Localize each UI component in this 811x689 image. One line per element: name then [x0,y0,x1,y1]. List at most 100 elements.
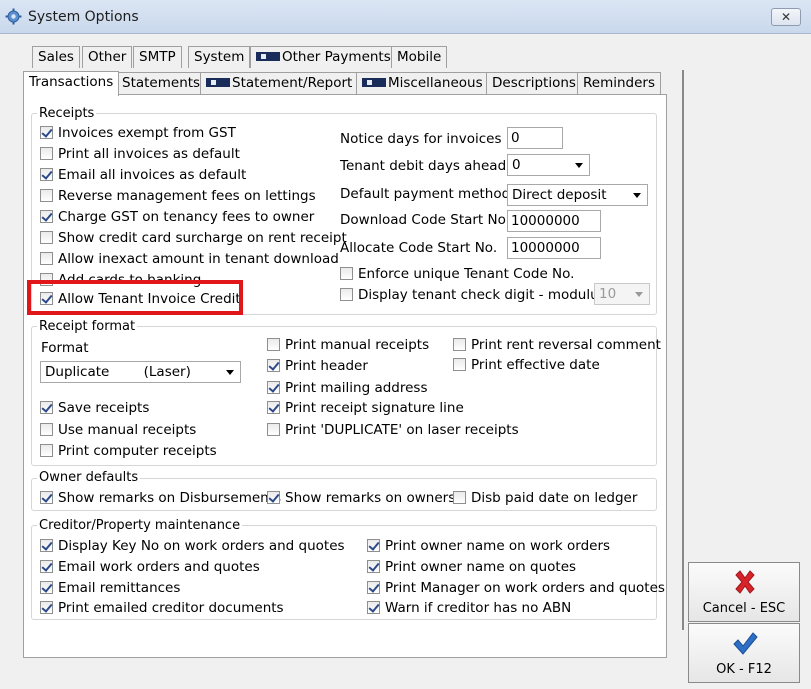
notice-days-input[interactable]: 0 [507,127,563,149]
tab-statement-report[interactable]: Statement/Report [200,72,359,94]
checkbox[interactable] [40,491,53,504]
disb-paid-date-checkbox[interactable]: Disb paid date on ledger [453,490,637,506]
print-owner-name-work-orders-checkbox[interactable]: Print owner name on work orders [367,538,610,554]
show-remarks-owners-checkbox[interactable]: Show remarks on owners [267,490,455,506]
print-duplicate-checkbox[interactable]: Print 'DUPLICATE' on laser receipts [267,422,519,438]
checkbox[interactable] [40,423,53,436]
email-invoices-default-checkbox[interactable]: Email all invoices as default [40,167,246,183]
print-invoices-default-checkbox[interactable]: Print all invoices as default [40,146,240,162]
checkbox[interactable] [267,381,280,394]
enforce-unique-code-checkbox[interactable]: Enforce unique Tenant Code No. [340,266,574,282]
checkbox[interactable] [40,231,53,244]
checkbox[interactable] [367,581,380,594]
tab-label: Statements [122,75,201,91]
checkbox[interactable] [40,210,53,223]
checkbox[interactable] [40,581,53,594]
checkbox[interactable] [40,126,53,139]
checkbox[interactable] [267,401,280,414]
allow-inexact-amount-checkbox[interactable]: Allow inexact amount in tenant download [40,251,339,267]
print-manual-receipts-checkbox[interactable]: Print manual receipts [267,337,429,353]
email-remittances-checkbox[interactable]: Email remittances [40,580,180,596]
tab-transactions[interactable]: Transactions [23,71,120,96]
print-manager-checkbox[interactable]: Print Manager on work orders and quotes [367,580,665,596]
checkbox[interactable] [40,147,53,160]
print-effective-date-checkbox[interactable]: Print effective date [453,357,600,373]
tab-label: Miscellaneous [388,75,483,91]
checkbox-label: Email remittances [58,580,181,596]
payment-method-select[interactable]: Direct deposit [507,184,648,206]
checkbox[interactable] [40,168,53,181]
checkbox[interactable] [453,358,466,371]
receipts-legend: Receipts [37,106,97,121]
ok-button[interactable]: OK - F12 [688,623,800,683]
tab-reminders[interactable]: Reminders [577,72,661,94]
tab-mobile[interactable]: Mobile [391,46,448,68]
checkbox[interactable] [40,560,53,573]
tab-smtp[interactable]: SMTP [133,46,182,68]
print-signature-line-checkbox[interactable]: Print receipt signature line [267,400,464,416]
checkbox-label: Print 'DUPLICATE' on laser receipts [285,422,519,438]
select-value: Direct deposit [512,187,607,203]
checkbox[interactable] [40,539,53,552]
checkbox-label: Allow inexact amount in tenant download [58,251,339,267]
checkbox[interactable] [40,252,53,265]
tab-page-edge [682,70,684,630]
allocate-code-input[interactable]: 10000000 [507,237,601,259]
close-button[interactable]: ✕ [771,8,801,26]
checkbox[interactable] [267,423,280,436]
charge-gst-tenancy-fees-checkbox[interactable]: Charge GST on tenancy fees to owner [40,209,314,225]
save-receipts-checkbox[interactable]: Save receipts [40,400,149,416]
modulus-select[interactable]: 10 [594,283,650,305]
checkbox-label: Display tenant check digit - modulus [358,287,606,303]
print-mailing-address-checkbox[interactable]: Print mailing address [267,380,427,396]
print-computer-receipts-checkbox[interactable]: Print computer receipts [40,443,217,459]
tab-other-payments[interactable]: Other Payments [250,46,397,68]
checkbox[interactable] [40,189,53,202]
print-rent-reversal-checkbox[interactable]: Print rent reversal comment [453,337,661,353]
checkbox[interactable] [367,601,380,614]
display-check-digit-checkbox[interactable]: Display tenant check digit - modulus [340,287,606,303]
tab-label: Other [88,49,127,65]
checkbox-label: Email all invoices as default [58,167,247,183]
checkbox[interactable] [267,359,280,372]
warn-no-abn-checkbox[interactable]: Warn if creditor has no ABN [367,600,571,616]
tab-system[interactable]: System [188,46,251,68]
checkbox[interactable] [267,491,280,504]
checkbox[interactable] [340,288,353,301]
checkbox[interactable] [267,338,280,351]
reverse-management-fees-checkbox[interactable]: Reverse management fees on lettings [40,188,316,204]
checkbox-label: Print Manager on work orders and quotes [385,580,665,596]
tenant-debit-label: Tenant debit days ahead [340,158,507,174]
checkbox[interactable] [453,491,466,504]
format-select[interactable]: Duplicate (Laser) [40,361,241,383]
tab-descriptions[interactable]: Descriptions [486,72,582,94]
tenant-debit-select[interactable]: 0 [507,154,590,176]
checkbox[interactable] [40,444,53,457]
tab-miscellaneous[interactable]: Miscellaneous [356,72,489,94]
checkbox[interactable] [453,338,466,351]
checkbox[interactable] [367,539,380,552]
cancel-button[interactable]: Cancel - ESC [688,562,800,622]
tab-sales[interactable]: Sales [32,46,80,68]
show-remarks-disbursements-checkbox[interactable]: Show remarks on Disbursements [40,490,281,506]
gear-icon [5,8,22,25]
print-emailed-docs-checkbox[interactable]: Print emailed creditor documents [40,600,284,616]
use-manual-receipts-checkbox[interactable]: Use manual receipts [40,422,196,438]
format-label: Format [41,340,89,356]
checkbox-label: Warn if creditor has no ABN [385,600,572,616]
show-credit-card-surcharge-checkbox[interactable]: Show credit card surcharge on rent recei… [40,230,347,246]
download-code-input[interactable]: 10000000 [507,210,601,232]
close-icon [735,570,755,594]
email-work-orders-checkbox[interactable]: Email work orders and quotes [40,559,260,575]
print-header-checkbox[interactable]: Print header [267,358,368,374]
checkbox[interactable] [340,267,353,280]
checkbox[interactable] [40,601,53,614]
checkbox[interactable] [367,560,380,573]
print-owner-name-quotes-checkbox[interactable]: Print owner name on quotes [367,559,576,575]
display-key-no-checkbox[interactable]: Display Key No on work orders and quotes [40,538,345,554]
tab-other[interactable]: Other [82,46,133,68]
checkbox-label: Charge GST on tenancy fees to owner [58,209,315,225]
checkbox[interactable] [40,401,53,414]
invoices-exempt-gst-checkbox[interactable]: Invoices exempt from GST [40,125,236,141]
tab-statements[interactable]: Statements [116,72,207,94]
